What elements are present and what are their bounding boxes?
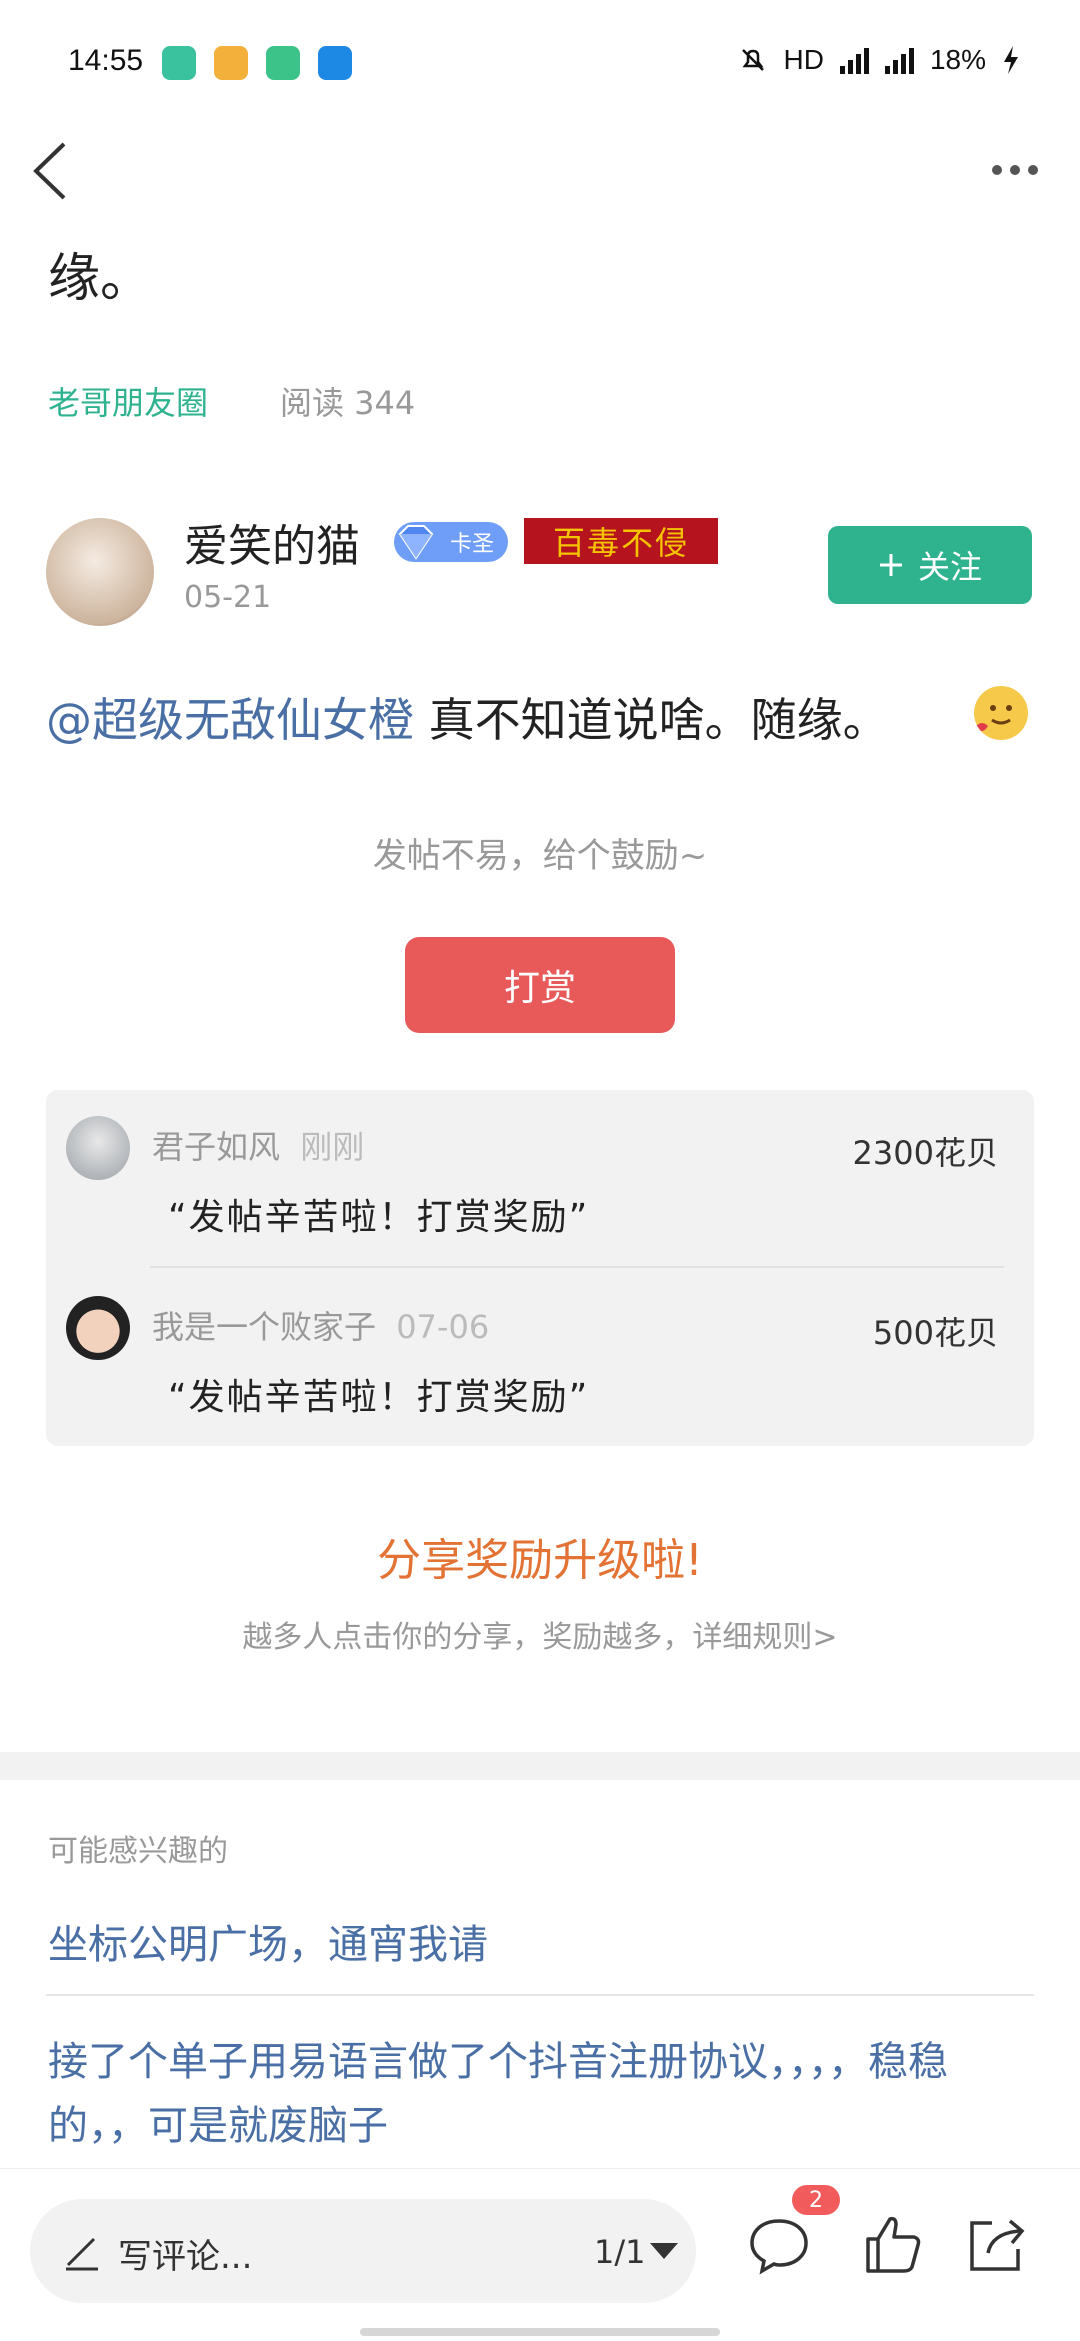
mention-link[interactable]: @超级无敌仙女橙 [46, 693, 414, 747]
tip-amount: 500花贝 [872, 1314, 998, 1352]
comment-input[interactable]: 写评论... 1/1 [30, 2199, 696, 2303]
tipper-info: 君子如风 刚刚 [152, 1122, 364, 1168]
tipper-avatar[interactable] [66, 1296, 130, 1360]
comment-icon[interactable] [744, 2209, 814, 2279]
recommend-header: 可能感兴趣的 [48, 1834, 228, 1869]
encourage-text: 发帖不易，给个鼓励~ [372, 836, 708, 876]
status-bar: 14:55 HD 18% [0, 0, 1080, 130]
share-icon[interactable] [962, 2209, 1032, 2279]
article-title-fragment: 缘。 [48, 249, 153, 309]
comment-placeholder: 写评论... [118, 2237, 253, 2277]
emoji-icon [974, 686, 1028, 740]
diamond-icon [398, 525, 434, 560]
status-right: HD 18% [738, 44, 1021, 76]
battery-percent: 18% [929, 44, 986, 75]
tipper-info: 我是一个败家子 07-06 [152, 1302, 489, 1348]
like-icon[interactable] [858, 2209, 928, 2279]
pen-icon [66, 2237, 98, 2271]
post-date: 05-21 [184, 580, 272, 615]
tipper-avatar[interactable] [66, 1116, 130, 1180]
signal-icon [839, 46, 869, 74]
network-label: HD [783, 44, 824, 75]
author-avatar[interactable] [46, 518, 154, 626]
wallet-app-icon [266, 46, 300, 80]
title-badge: 百毒不侵 [524, 518, 718, 564]
member-badge: 卡圣 [394, 522, 508, 562]
member-badge-label: 卡圣 [449, 532, 494, 557]
signal-icon-2 [884, 46, 914, 74]
read-count: 阅读 344 [280, 384, 416, 422]
zhihu-app-icon [318, 46, 352, 80]
tip-record: 我是一个败家子 07-06 500花贝 “发帖辛苦啦！打赏奖励” [46, 1270, 1034, 1440]
message-app-icon [162, 46, 196, 80]
chevron-down-icon[interactable] [650, 2243, 678, 2259]
author-name[interactable]: 爱笑的猫 [184, 510, 360, 574]
share-rules-link[interactable]: 越多人点击你的分享，奖励越多，详细规则> [0, 1612, 1080, 1656]
plus-icon [879, 554, 902, 576]
recommend-item[interactable]: 接了个单子用易语言做了个抖音注册协议，，，，稳稳的，，可是就废脑子 [48, 2030, 1038, 2158]
back-arrow-icon[interactable] [26, 136, 76, 206]
tip-message: “发帖辛苦啦！打赏奖励” [168, 1377, 590, 1418]
charging-icon [1004, 46, 1018, 74]
follow-button[interactable]: 关注 [828, 526, 1032, 604]
tip-records: 君子如风 刚刚 2300花贝 “发帖辛苦啦！打赏奖励” 我是一个败家子 07-0… [46, 1090, 1034, 1446]
post-text: 真不知道说啥。随缘。 [414, 693, 889, 747]
tip-record: 君子如风 刚刚 2300花贝 “发帖辛苦啦！打赏奖励” [46, 1090, 1034, 1268]
tip-message: “发帖辛苦啦！打赏奖励” [168, 1197, 590, 1238]
tip-amount: 2300花贝 [852, 1134, 998, 1172]
tip-time: 刚刚 [300, 1128, 365, 1166]
tipper-name[interactable]: 君子如风 [152, 1128, 280, 1166]
tip-divider [150, 1266, 1004, 1268]
more-options-icon[interactable] [992, 150, 1052, 190]
share-reward-title: 分享奖励升级啦! [377, 1535, 703, 1586]
follow-label: 关注 [917, 548, 982, 586]
recommend-divider [46, 1994, 1034, 1996]
page-indicator[interactable]: 1/1 [594, 2233, 646, 2271]
status-time: 14:55 [68, 44, 144, 77]
comment-count-badge: 2 [792, 2185, 840, 2215]
recommend-item[interactable]: 坐标公明广场，通宵我请 [48, 1912, 488, 1970]
tipper-name[interactable]: 我是一个败家子 [152, 1308, 376, 1346]
section-divider [0, 1752, 1080, 1780]
category-link[interactable]: 老哥朋友圈 [48, 378, 208, 424]
tip-time: 07-06 [396, 1308, 490, 1346]
weibo-app-icon [214, 46, 248, 80]
bottom-bar: 写评论... 1/1 2 [0, 2168, 1080, 2341]
home-indicator[interactable] [360, 2328, 720, 2336]
post-content: @超级无敌仙女橙 真不知道说啥。随缘。 [46, 684, 889, 750]
mute-bell-icon [741, 49, 764, 71]
tip-button[interactable]: 打赏 [405, 937, 675, 1033]
